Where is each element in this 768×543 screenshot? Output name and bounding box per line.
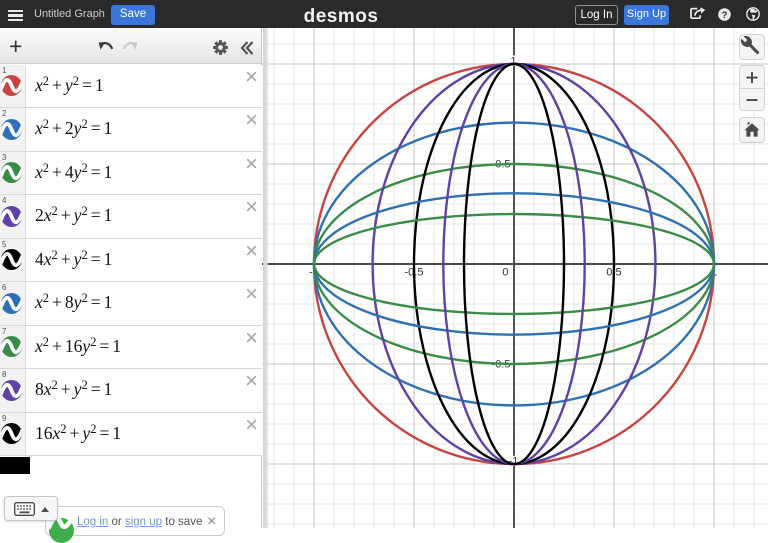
svg-text:-1: -1 [509,456,519,468]
svg-text:1: 1 [510,56,516,68]
svg-text:?: ? [722,10,728,21]
svg-text:0: 0 [502,267,508,279]
